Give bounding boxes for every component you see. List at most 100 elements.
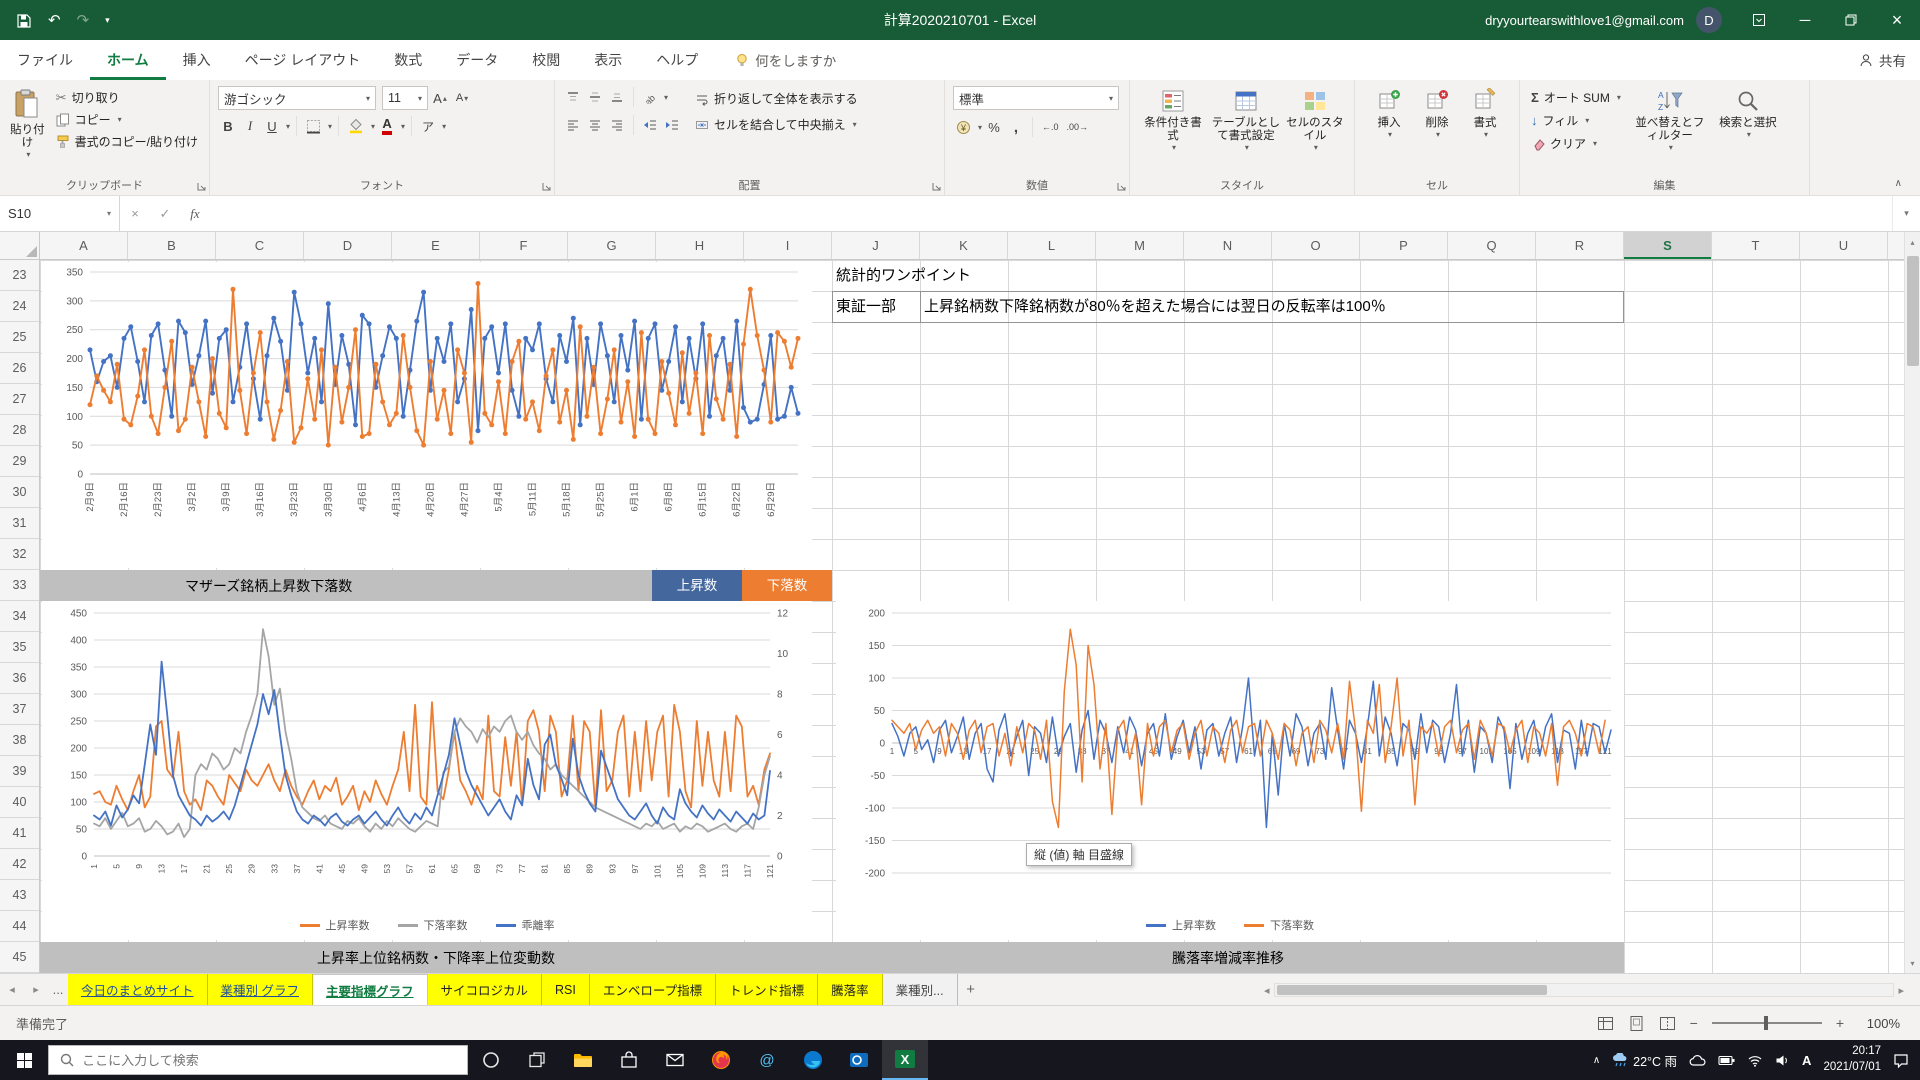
column-header-u[interactable]: U [1800,232,1888,259]
copy-button[interactable]: コピー▾ [53,110,201,129]
tab-formulas[interactable]: 数式 [377,40,439,80]
font-dialog-launcher-icon[interactable] [542,182,551,191]
column-header-c[interactable]: C [216,232,304,259]
task-view-icon[interactable] [514,1040,560,1080]
row-header-31[interactable]: 31 [0,508,39,539]
column-header-b[interactable]: B [128,232,216,259]
select-all-corner[interactable] [0,232,40,260]
chart-advance-decline-change[interactable]: -200-150-100-500501001502001591317212529… [836,601,1624,940]
underline-button[interactable]: U [262,115,282,137]
increase-decimal-button[interactable]: ←.0 [1039,116,1062,138]
column-header-g[interactable]: G [568,232,656,259]
column-header-i[interactable]: I [744,232,832,259]
decrease-indent-icon[interactable] [640,114,660,136]
normal-view-icon[interactable] [1597,1015,1614,1032]
row-header-44[interactable]: 44 [0,911,39,942]
horizontal-scroll-thumb[interactable] [1277,985,1547,995]
tab-home[interactable]: ホーム [90,40,166,80]
cut-button[interactable]: ✂切り取り [53,88,201,107]
page-layout-view-icon[interactable] [1628,1015,1645,1032]
chart-mothers-advance-decline[interactable]: 0501001502002503003502月9日2月16日2月23日3月2日3… [42,262,812,568]
clear-button[interactable]: クリア▾ [1528,134,1624,153]
taskbar-clock[interactable]: 20:17 2021/07/01 [1823,1044,1881,1075]
row-header-45[interactable]: 45 [0,942,39,973]
autosum-button[interactable]: Σオート SUM▾ [1528,88,1624,107]
sheet-tab-sector-2[interactable]: 業種別... [883,974,958,1005]
ime-indicator[interactable]: A [1802,1053,1811,1068]
row-header-28[interactable]: 28 [0,415,39,446]
paste-button[interactable]: 貼り付け ▾ [8,86,47,162]
name-box[interactable]: S10▾ [0,196,120,231]
sheet-tab-main-indicators[interactable]: 主要指標グラフ [313,974,428,1005]
row-header-39[interactable]: 39 [0,756,39,787]
row-header-35[interactable]: 35 [0,632,39,663]
excel-taskbar-icon[interactable]: X [882,1040,928,1080]
format-as-table-button[interactable]: テーブルとして書式設定▾ [1208,86,1284,155]
redo-icon[interactable]: ↷ [77,11,90,29]
sheet-nav-right-icon[interactable]: ▸ [24,974,48,1005]
fill-button[interactable]: ↓フィル▾ [1528,111,1624,130]
decrease-font-size-button[interactable]: A▾ [452,87,472,109]
row-header-36[interactable]: 36 [0,663,39,694]
row-header-24[interactable]: 24 [0,291,39,322]
insert-function-icon[interactable]: fx [180,196,210,231]
zoom-slider[interactable] [1712,1015,1822,1031]
close-button[interactable]: × [1874,0,1920,40]
tab-file[interactable]: ファイル [0,40,90,80]
number-format-select[interactable]: 標準▾ [953,86,1119,110]
volume-icon[interactable] [1775,1054,1790,1067]
find-select-button[interactable]: 検索と選択▾ [1716,86,1780,155]
column-header-d[interactable]: D [304,232,392,259]
increase-font-size-button[interactable]: A▴ [430,87,450,109]
maximize-button[interactable] [1828,0,1874,40]
onedrive-cloud-icon[interactable] [1689,1054,1706,1067]
tab-review[interactable]: 校閲 [515,40,577,80]
row-header-40[interactable]: 40 [0,787,39,818]
column-header-m[interactable]: M [1096,232,1184,259]
vertical-scrollbar[interactable]: ▴ ▾ [1904,232,1920,973]
column-header-j[interactable]: J [832,232,920,259]
row-header-42[interactable]: 42 [0,849,39,880]
vertical-scroll-thumb[interactable] [1907,256,1919,366]
sheet-tab-psychological[interactable]: サイコロジカル [428,974,543,1005]
tray-chevron-icon[interactable]: ∧ [1593,1055,1600,1066]
percent-style-button[interactable]: % [984,116,1004,138]
font-family-select[interactable]: 游ゴシック▾ [218,86,376,110]
collapse-ribbon-icon[interactable]: ∧ [1895,178,1902,189]
borders-button[interactable] [303,115,324,137]
ribbon-display-options-icon[interactable] [1736,0,1782,40]
column-header-p[interactable]: P [1360,232,1448,259]
tell-me-box[interactable]: 何をしますか [735,40,836,80]
row-header-43[interactable]: 43 [0,880,39,911]
row-header-32[interactable]: 32 [0,539,39,570]
row-header-41[interactable]: 41 [0,818,39,849]
delete-cells-button[interactable]: 削除▾ [1413,86,1461,141]
align-left-icon[interactable] [563,114,583,136]
font-size-select[interactable]: 11▾ [382,86,428,110]
tab-help[interactable]: ヘルプ [639,40,715,80]
format-painter-button[interactable]: 書式のコピー/貼り付け [53,132,201,151]
align-middle-icon[interactable] [585,86,605,108]
sheet-tab-sector-graph[interactable]: 業種別 グラフ [208,974,313,1005]
row-header-29[interactable]: 29 [0,446,39,477]
people-app-icon[interactable]: @ [744,1040,790,1080]
row-header-37[interactable]: 37 [0,694,39,725]
currency-format-button[interactable]: ¥ [953,116,974,138]
conditional-formatting-button[interactable]: 条件付き書式▾ [1138,86,1208,155]
mail-app-icon[interactable] [652,1040,698,1080]
decrease-decimal-button[interactable]: .00→ [1064,116,1092,138]
column-header-k[interactable]: K [920,232,1008,259]
chart-top-movers[interactable]: 0501001502002503003504004500246810121591… [42,601,812,940]
edge-icon[interactable] [790,1040,836,1080]
cancel-icon[interactable]: × [120,196,150,231]
font-color-button[interactable]: A [377,115,397,137]
align-center-icon[interactable] [585,114,605,136]
start-button[interactable] [0,1040,48,1080]
number-dialog-launcher-icon[interactable] [1117,182,1126,191]
insert-cells-button[interactable]: 挿入▾ [1365,86,1413,141]
zoom-out-icon[interactable]: − [1690,1015,1698,1031]
hscroll-right-icon[interactable]: ▸ [1898,984,1904,997]
column-header-n[interactable]: N [1184,232,1272,259]
sheet-tab-rsi[interactable]: RSI [542,974,590,1005]
merge-center-button[interactable]: セルを結合して中央揃え▾ [692,115,861,134]
